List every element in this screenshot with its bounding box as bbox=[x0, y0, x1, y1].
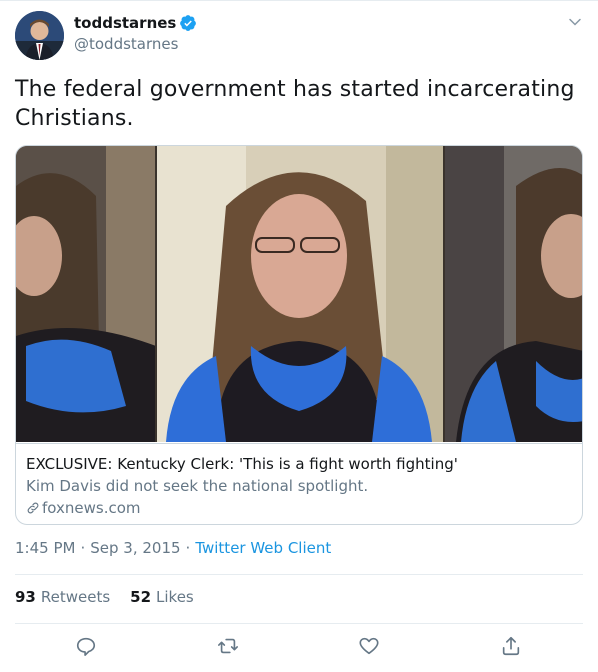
reply-icon bbox=[76, 637, 96, 656]
tweet: toddstarnes @toddstarnes The federal gov… bbox=[0, 0, 598, 672]
card-title[interactable]: EXCLUSIVE: Kentucky Clerk: 'This is a fi… bbox=[26, 454, 572, 474]
meta-separator: · bbox=[80, 539, 86, 557]
divider bbox=[15, 574, 583, 575]
retweet-button[interactable] bbox=[217, 635, 241, 659]
user-avatar-icon bbox=[15, 11, 64, 60]
retweets-label: Retweets bbox=[40, 588, 111, 606]
verified-badge-icon bbox=[180, 15, 197, 31]
likes-count: 52 bbox=[130, 588, 152, 606]
author-name-row[interactable]: toddstarnes bbox=[74, 14, 197, 32]
tweet-text: The federal government has started incar… bbox=[15, 77, 575, 131]
link-card[interactable]: EXCLUSIVE: Kentucky Clerk: 'This is a fi… bbox=[15, 145, 583, 525]
action-bar bbox=[0, 635, 598, 665]
like-button[interactable] bbox=[358, 635, 382, 659]
card-domain[interactable]: foxnews.com bbox=[26, 498, 572, 518]
share-button[interactable] bbox=[500, 635, 524, 659]
meta-separator: · bbox=[185, 539, 191, 557]
chevron-down-icon[interactable] bbox=[568, 15, 582, 29]
avatar[interactable] bbox=[15, 11, 64, 60]
divider bbox=[15, 623, 583, 624]
link-icon bbox=[27, 502, 39, 514]
author-name[interactable]: toddstarnes bbox=[74, 14, 176, 32]
likes-stat[interactable]: 52 Likes bbox=[130, 588, 194, 606]
tweet-stats: 93 Retweets 52 Likes bbox=[15, 588, 214, 606]
author-handle[interactable]: @toddstarnes bbox=[74, 35, 178, 53]
card-domain-text: foxnews.com bbox=[42, 499, 141, 517]
reply-button[interactable] bbox=[75, 635, 99, 659]
tweet-time[interactable]: 1:45 PM bbox=[15, 539, 75, 557]
retweets-stat[interactable]: 93 Retweets bbox=[15, 588, 110, 606]
share-icon bbox=[502, 636, 520, 656]
tweet-client-link[interactable]: Twitter Web Client bbox=[195, 539, 331, 557]
retweet-icon bbox=[218, 638, 238, 654]
card-description: Kim Davis did not seek the national spot… bbox=[26, 477, 369, 495]
tweet-date[interactable]: Sep 3, 2015 bbox=[90, 539, 180, 557]
card-body[interactable]: EXCLUSIVE: Kentucky Clerk: 'This is a fi… bbox=[16, 443, 582, 524]
retweets-count: 93 bbox=[15, 588, 36, 606]
news-photo-icon[interactable] bbox=[16, 146, 582, 442]
likes-label: Likes bbox=[156, 588, 194, 606]
like-icon bbox=[359, 637, 379, 655]
tweet-meta: 1:45 PM · Sep 3, 2015 · Twitter Web Clie… bbox=[15, 539, 331, 557]
